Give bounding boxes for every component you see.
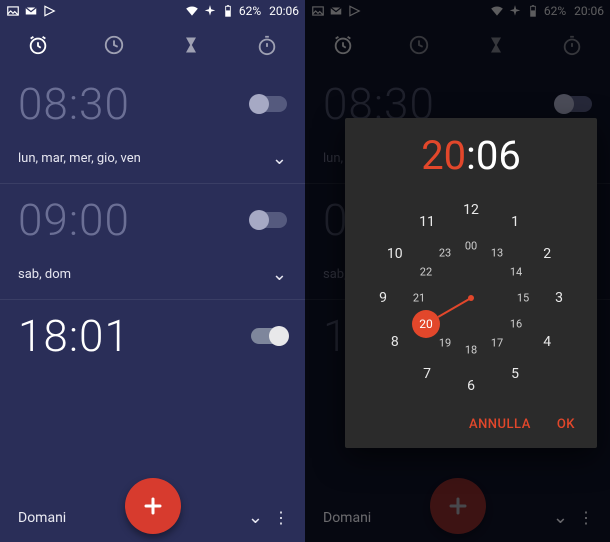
alarm-toggle[interactable] bbox=[251, 96, 287, 112]
chevron-down-icon[interactable]: ⌄ bbox=[248, 507, 263, 528]
screen-alarms: 62% 20:06 08:30 lun, mar, mer, gio, ven … bbox=[0, 0, 305, 542]
overflow-icon[interactable]: ⋮ bbox=[273, 508, 287, 527]
ok-button[interactable]: OK bbox=[557, 417, 575, 432]
mail-icon bbox=[24, 4, 38, 18]
alarm-item[interactable]: 18:01 bbox=[0, 300, 305, 368]
clock-center bbox=[468, 295, 474, 301]
alarm-list: 08:30 lun, mar, mer, gio, ven ⌄ 09:00 sa… bbox=[0, 68, 305, 368]
play-icon bbox=[42, 4, 56, 18]
clock-hour-13[interactable]: 13 bbox=[491, 246, 503, 259]
alarm-time[interactable]: 08:30 bbox=[18, 78, 130, 130]
clock-hour-22[interactable]: 22 bbox=[420, 266, 432, 279]
clock-hour-23[interactable]: 23 bbox=[439, 246, 451, 259]
tab-bar bbox=[0, 22, 305, 68]
clock-hour-7[interactable]: 7 bbox=[423, 366, 431, 382]
clock-hour-4[interactable]: 4 bbox=[543, 334, 551, 350]
alarm-days: sab, dom bbox=[18, 267, 71, 282]
tab-stopwatch[interactable] bbox=[255, 33, 279, 57]
chevron-down-icon[interactable]: ⌄ bbox=[272, 148, 287, 169]
clock-hour-1[interactable]: 1 bbox=[511, 214, 519, 230]
clock-hour-6[interactable]: 6 bbox=[467, 378, 475, 394]
clock-hour-11[interactable]: 11 bbox=[419, 214, 435, 230]
tab-alarm[interactable] bbox=[26, 33, 50, 57]
clock-hand bbox=[438, 297, 472, 318]
alarm-time[interactable]: 18:01 bbox=[18, 310, 130, 362]
picker-minute[interactable]: 06 bbox=[476, 132, 521, 179]
clock-hour-17[interactable]: 17 bbox=[491, 337, 503, 350]
picker-hour[interactable]: 20 bbox=[421, 132, 466, 179]
picker-header: 20:06 bbox=[345, 132, 597, 187]
battery-pct: 62% bbox=[239, 4, 261, 18]
clock-hour-00[interactable]: 00 bbox=[465, 240, 477, 253]
clock-hour-3[interactable]: 3 bbox=[555, 290, 563, 306]
clock-hour-14[interactable]: 14 bbox=[510, 266, 522, 279]
clock-hour-9[interactable]: 9 bbox=[379, 290, 387, 306]
alarm-item[interactable]: 09:00 sab, dom ⌄ bbox=[0, 184, 305, 300]
tab-timer[interactable] bbox=[179, 33, 203, 57]
alarm-time[interactable]: 09:00 bbox=[18, 194, 130, 246]
clock-hour-21[interactable]: 21 bbox=[413, 292, 425, 305]
alarm-toggle[interactable] bbox=[251, 328, 287, 344]
battery-icon bbox=[221, 4, 235, 18]
status-bar: 62% 20:06 bbox=[0, 0, 305, 22]
time-picker-dialog: 20:06 1212345678910110013141516171819202… bbox=[345, 118, 597, 448]
clock-text: 20:06 bbox=[269, 4, 299, 18]
wifi-icon bbox=[185, 4, 199, 18]
add-alarm-button[interactable] bbox=[125, 478, 181, 534]
chevron-down-icon[interactable]: ⌄ bbox=[272, 264, 287, 285]
clock-hour-19[interactable]: 19 bbox=[439, 337, 451, 350]
alarm-days: Domani bbox=[18, 510, 66, 526]
clock-hour-16[interactable]: 16 bbox=[510, 318, 522, 331]
clock-hour-2[interactable]: 2 bbox=[543, 246, 551, 262]
clock-face[interactable]: 121234567891011001314151617181920212223 bbox=[366, 193, 576, 403]
cancel-button[interactable]: ANNULLA bbox=[469, 417, 531, 432]
clock-selected[interactable]: 20 bbox=[412, 310, 440, 338]
screen-time-picker: 62% 20:06 08:30 lun, mar, mer, gio, ven⌄… bbox=[305, 0, 610, 542]
clock-hour-5[interactable]: 5 bbox=[511, 366, 519, 382]
airplane-icon bbox=[203, 4, 217, 18]
alarm-days: lun, mar, mer, gio, ven bbox=[18, 151, 141, 166]
alarm-toggle[interactable] bbox=[251, 212, 287, 228]
clock-hour-12[interactable]: 12 bbox=[463, 202, 479, 218]
tab-clock[interactable] bbox=[102, 33, 126, 57]
clock-hour-10[interactable]: 10 bbox=[387, 246, 403, 262]
picture-icon bbox=[6, 4, 20, 18]
clock-hour-15[interactable]: 15 bbox=[517, 292, 529, 305]
clock-hour-18[interactable]: 18 bbox=[465, 344, 477, 357]
alarm-item[interactable]: 08:30 lun, mar, mer, gio, ven ⌄ bbox=[0, 68, 305, 184]
clock-hour-8[interactable]: 8 bbox=[391, 334, 399, 350]
